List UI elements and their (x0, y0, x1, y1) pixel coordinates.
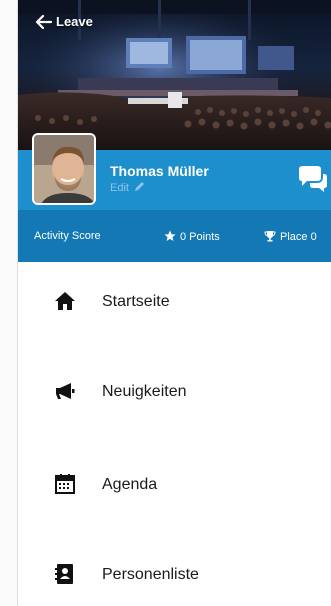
menu-item-label: Agenda (102, 476, 158, 493)
place-value: Place 0 (280, 231, 317, 243)
event-cover-image: Leave (18, 0, 331, 150)
menu-item-personenliste[interactable]: Personenliste (18, 545, 331, 605)
calendar-icon (55, 474, 75, 494)
leave-label[interactable]: Leave (56, 14, 93, 29)
megaphone-icon (56, 383, 75, 399)
menu-item-startseite[interactable]: Startseite (18, 272, 331, 332)
menu-item-neuigkeiten[interactable]: Neuigkeiten (18, 362, 331, 422)
chat-bubbles-icon (299, 166, 327, 192)
menu-item-label: Neuigkeiten (102, 383, 187, 400)
pencil-icon (135, 182, 145, 191)
user-name: Thomas Müller (110, 163, 209, 179)
back-button[interactable] (34, 12, 54, 32)
menu-item-label: Personenliste (102, 566, 199, 583)
menu-item-agenda[interactable]: Agenda (18, 455, 331, 515)
edit-profile-link[interactable]: Edit (110, 181, 145, 194)
home-icon (55, 292, 75, 310)
device-bezel (0, 0, 18, 606)
place-indicator: Place 0 (264, 230, 317, 243)
menu-item-label: Startseite (102, 293, 170, 310)
activity-score-label: Activity Score (34, 230, 101, 242)
points-value: 0 Points (180, 231, 220, 243)
edit-label: Edit (110, 182, 129, 194)
navigation-drawer: Leave Thomas Müller Edit Activity Score (18, 0, 331, 606)
arrow-left-icon (35, 14, 53, 30)
activity-bar: Activity Score 0 Points Place 0 (18, 210, 331, 262)
user-photo (34, 135, 94, 203)
avatar[interactable] (32, 133, 96, 205)
points-indicator: 0 Points (164, 230, 220, 243)
star-icon (164, 230, 176, 241)
contacts-book-icon (55, 564, 73, 584)
chat-button[interactable] (297, 165, 331, 193)
trophy-icon (264, 231, 276, 242)
